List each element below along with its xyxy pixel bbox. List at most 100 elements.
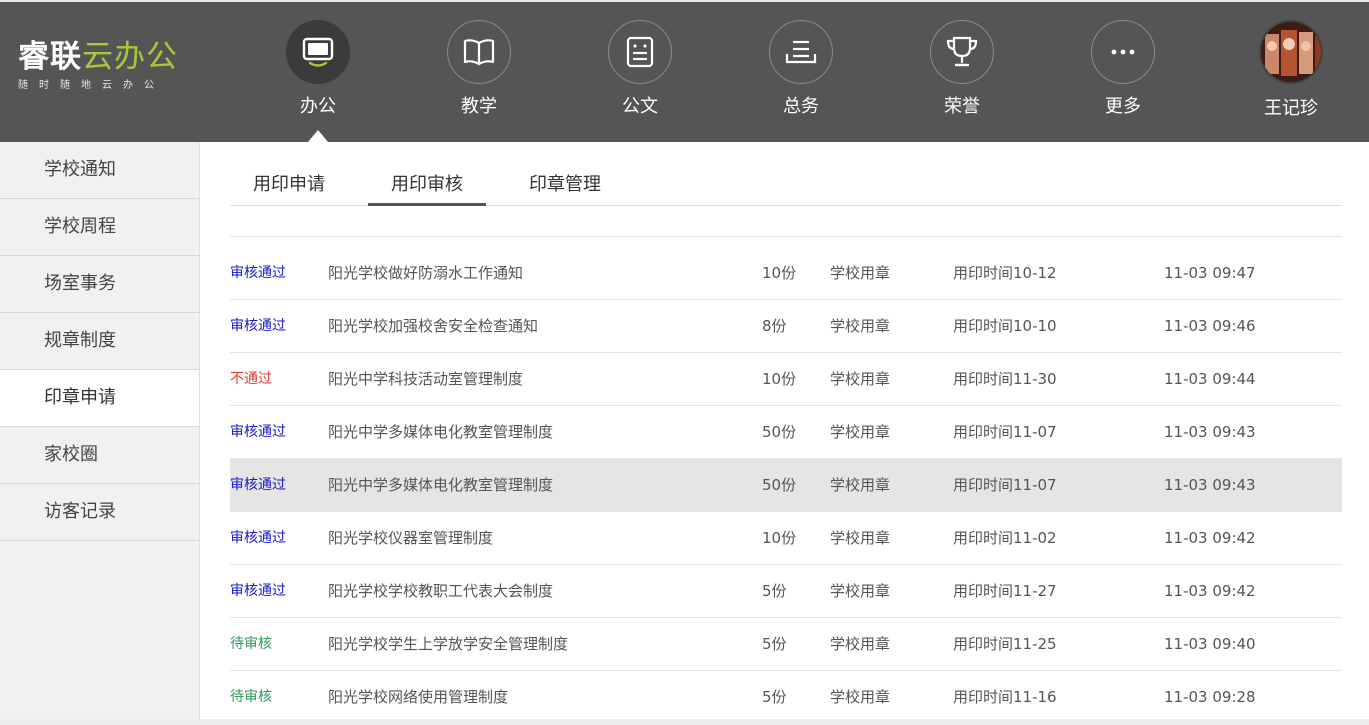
copy-count: 5份: [762, 635, 787, 653]
tab-seal-application[interactable]: 用印申请: [230, 168, 348, 206]
submit-date: 11-03 09:42: [1164, 529, 1256, 547]
list-item[interactable]: 审核通过 阳光学校学校教职工代表大会制度 5份 学校用章 用印时间11-27 11-03 …: [230, 565, 1342, 618]
status-link[interactable]: 审核通过: [230, 565, 286, 617]
use-time: 用印时间11-25: [953, 635, 1057, 653]
status-link[interactable]: 审核通过: [230, 300, 286, 352]
document-title[interactable]: 阳光中学多媒体电化教室管理制度: [328, 406, 553, 458]
brand-logo[interactable]: 睿联云办公 随时随地云办公: [18, 40, 208, 100]
seal-type: 学校用章: [830, 688, 891, 706]
sidebar-item-seal-application[interactable]: 印章申请: [0, 370, 199, 427]
nav-honors[interactable]: 荣誉: [907, 20, 1017, 142]
document-title[interactable]: 阳光学校学生上学放学安全管理制度: [328, 618, 568, 670]
nav-office-label: 办公: [300, 96, 336, 117]
list-item[interactable]: 审核通过 阳光中学多媒体电化教室管理制度 50份 学校用章 用印时间11-07 11-03…: [230, 406, 1342, 459]
list-item[interactable]: 不通过 阳光中学科技活动室管理制度 10份 学校用章 用印时间11-30 11-03 09…: [230, 353, 1342, 406]
brand-name-light: 云办公: [82, 39, 178, 75]
avatar[interactable]: [1259, 20, 1323, 84]
brand-slogan: 随时随地云办公: [18, 80, 165, 91]
sidebar-item-school-schedule[interactable]: 学校周程: [0, 199, 199, 256]
nav-honors-label: 荣誉: [944, 96, 980, 117]
status-link[interactable]: 待审核: [230, 618, 272, 670]
copy-count: 5份: [762, 582, 787, 600]
use-time: 用印时间11-27: [953, 582, 1057, 600]
seal-type: 学校用章: [830, 582, 891, 600]
status-link[interactable]: 不通过: [230, 353, 272, 405]
nav-documents-label: 公文: [622, 96, 658, 117]
nav-office[interactable]: 办公: [263, 20, 373, 142]
document-title[interactable]: 阳光学校做好防溺水工作通知: [328, 247, 523, 299]
sidebar-item-room-affairs[interactable]: 场室事务: [0, 256, 199, 313]
user-profile[interactable]: 王记珍: [1236, 20, 1346, 120]
user-name: 王记珍: [1264, 98, 1318, 119]
use-time: 用印时间11-07: [953, 476, 1057, 494]
more-icon: [1091, 20, 1155, 84]
tab-seal-management[interactable]: 印章管理: [506, 168, 624, 206]
tray-icon: [769, 20, 833, 84]
use-time: 用印时间11-07: [953, 423, 1057, 441]
submit-date: 11-03 09:43: [1164, 476, 1256, 494]
nav-more[interactable]: 更多: [1068, 20, 1178, 142]
use-time: 用印时间11-02: [953, 529, 1057, 547]
document-title[interactable]: 阳光学校网络使用管理制度: [328, 671, 508, 723]
list-item[interactable]: 审核通过 阳光学校仪器室管理制度 10份 学校用章 用印时间11-02 11-03 09:…: [230, 512, 1342, 565]
nav-teaching[interactable]: 教学: [424, 20, 534, 142]
document-title[interactable]: 阳光学校学校教职工代表大会制度: [328, 565, 553, 617]
list-item[interactable]: 待审核 阳光学校网络使用管理制度 5份 学校用章 用印时间11-16 11-03 09:2…: [230, 671, 1342, 724]
list-item[interactable]: 待审核 阳光学校学生上学放学安全管理制度 5份 学校用章 用印时间11-25 11-03 …: [230, 618, 1342, 671]
status-link[interactable]: 审核通过: [230, 512, 286, 564]
submit-date: 11-03 09:40: [1164, 635, 1256, 653]
main-content: 用印申请 用印审核 印章管理 审核通过 阳光学校做好防溺水工作通知 10份 学校用章用…: [230, 142, 1342, 725]
brand-name-bold: 睿联: [18, 39, 82, 75]
trophy-icon: [930, 20, 994, 84]
submit-date: 11-03 09:42: [1164, 582, 1256, 600]
review-list: 审核通过 阳光学校做好防溺水工作通知 10份 学校用章 用印时间10-12 11-03 0…: [230, 247, 1342, 724]
tab-seal-review[interactable]: 用印审核: [368, 168, 486, 206]
document-title[interactable]: 阳光学校加强校舍安全检查通知: [328, 300, 538, 352]
copy-count: 10份: [762, 370, 797, 388]
submit-date: 11-03 09:28: [1164, 688, 1256, 706]
document-icon: [608, 20, 672, 84]
top-header: 睿联云办公 随时随地云办公 办公 教学 公文 总务 荣誉 更多 王记珍: [0, 0, 1369, 142]
copy-count: 10份: [762, 529, 797, 547]
document-title[interactable]: 阳光中学多媒体电化教室管理制度: [328, 459, 553, 511]
submit-date: 11-03 09:43: [1164, 423, 1256, 441]
document-title[interactable]: 阳光学校仪器室管理制度: [328, 512, 493, 564]
copy-count: 10份: [762, 264, 797, 282]
list-item[interactable]: 审核通过 阳光中学多媒体电化教室管理制度 50份 学校用章 用印时间11-07 11-03…: [230, 459, 1342, 512]
submit-date: 11-03 09:44: [1164, 370, 1256, 388]
top-border: [0, 0, 1369, 2]
sidebar-item-visitor-records[interactable]: 访客记录: [0, 484, 199, 541]
seal-type: 学校用章: [830, 529, 891, 547]
list-item[interactable]: 审核通过 阳光学校做好防溺水工作通知 10份 学校用章 用印时间10-12 11-03 0…: [230, 247, 1342, 300]
use-time: 用印时间10-12: [953, 264, 1057, 282]
book-icon: [447, 20, 511, 84]
nav-teaching-label: 教学: [461, 96, 497, 117]
status-link[interactable]: 审核通过: [230, 406, 286, 458]
status-link[interactable]: 审核通过: [230, 459, 286, 511]
nav-general-affairs[interactable]: 总务: [746, 20, 856, 142]
divider: [230, 236, 1342, 237]
copy-count: 8份: [762, 317, 787, 335]
tab-bar: 用印申请 用印审核 印章管理: [230, 168, 1342, 206]
seal-type: 学校用章: [830, 476, 891, 494]
submit-date: 11-03 09:46: [1164, 317, 1256, 335]
seal-type: 学校用章: [830, 423, 891, 441]
nav-documents[interactable]: 公文: [585, 20, 695, 142]
copy-count: 50份: [762, 476, 797, 494]
list-item[interactable]: 审核通过 阳光学校加强校舍安全检查通知 8份 学校用章 用印时间10-10 11-03 0…: [230, 300, 1342, 353]
status-link[interactable]: 待审核: [230, 671, 272, 723]
nav-general-affairs-label: 总务: [783, 96, 819, 117]
sidebar-item-regulations[interactable]: 规章制度: [0, 313, 199, 370]
copy-count: 5份: [762, 688, 787, 706]
seal-type: 学校用章: [830, 317, 891, 335]
document-title[interactable]: 阳光中学科技活动室管理制度: [328, 353, 523, 405]
use-time: 用印时间10-10: [953, 317, 1057, 335]
sidebar: 学校通知 学校周程 场室事务 规章制度 印章申请 家校圈 访客记录: [0, 142, 200, 725]
nav-more-label: 更多: [1105, 96, 1141, 117]
use-time: 用印时间11-16: [953, 688, 1057, 706]
sidebar-item-home-school[interactable]: 家校圈: [0, 427, 199, 484]
brand-name: 睿联云办公: [18, 40, 208, 74]
status-link[interactable]: 审核通过: [230, 247, 286, 299]
bottom-edge: [0, 719, 1369, 725]
sidebar-item-school-notice[interactable]: 学校通知: [0, 142, 199, 199]
